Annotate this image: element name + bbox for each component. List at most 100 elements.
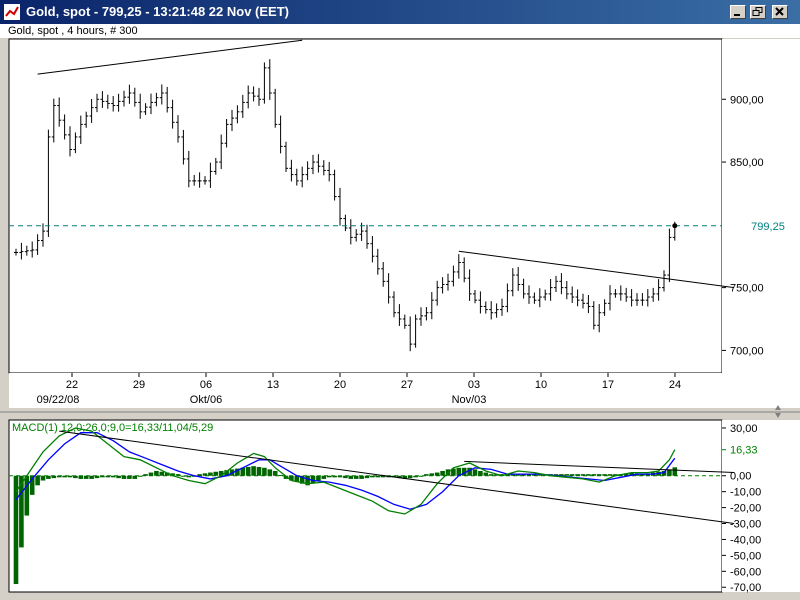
macd-y-tick-label: 16,33 — [730, 445, 758, 457]
panel-resize-icon — [775, 413, 781, 418]
macd-histogram-bar — [310, 475, 316, 483]
macd-histogram-bar — [35, 475, 40, 486]
macd-histogram-bar — [267, 469, 273, 476]
macd-histogram-bar — [78, 475, 84, 479]
x-tick-label: 17 — [602, 379, 614, 391]
macd-histogram-bar — [343, 475, 348, 479]
macd-histogram-bar — [40, 475, 46, 481]
macd-histogram-bar — [154, 470, 159, 476]
macd-histogram-bar — [413, 475, 418, 478]
macd-plot-area — [8, 419, 723, 593]
macd-histogram-bar — [83, 475, 89, 479]
macd-histogram-bar — [159, 471, 165, 476]
macd-histogram-bar — [586, 474, 591, 476]
price-y-tick-label: 700,00 — [730, 345, 764, 357]
close-button[interactable] — [772, 5, 788, 19]
macd-histogram-bar — [337, 475, 343, 478]
macd-histogram-bar — [94, 475, 100, 479]
macd-histogram-bar — [407, 475, 413, 479]
macd-histogram-bar — [213, 471, 219, 476]
macd-histogram-bar — [607, 474, 613, 476]
macd-histogram-bar — [208, 472, 213, 476]
macd-histogram-bar — [105, 475, 111, 478]
price-y-tick-label: 750,00 — [730, 283, 764, 295]
price-y-tick-label: 850,00 — [730, 157, 764, 169]
macd-histogram-bar — [348, 475, 354, 479]
macd-label: MACD(1) 12,0;26,0;9,0=16,33/11,04/5,29 — [12, 422, 213, 434]
macd-y-tick-label: 0,00 — [730, 471, 751, 483]
macd-histogram-bar — [251, 466, 256, 476]
minimize-icon — [734, 14, 740, 16]
macd-histogram-bar — [121, 475, 127, 479]
macd-histogram-bar — [580, 474, 586, 476]
x-month-label: 09/22/08 — [37, 394, 80, 406]
macd-histogram-bar — [148, 472, 154, 476]
macd-histogram-bar — [488, 474, 494, 476]
last-price-marker — [672, 223, 678, 229]
macd-y-tick-label: -60,00 — [730, 566, 761, 578]
macd-histogram-bar — [472, 469, 478, 476]
macd-histogram-bar — [175, 474, 181, 476]
last-price-label: 799,25 — [751, 221, 785, 233]
x-tick-label: 20 — [334, 379, 346, 391]
macd-histogram-bar — [56, 475, 62, 478]
price-x-axis-area — [9, 373, 722, 408]
price-y-tick-label: 900,00 — [730, 94, 764, 106]
price-plot-area — [8, 38, 723, 374]
minimize-button[interactable] — [730, 5, 746, 19]
macd-histogram-bar — [359, 475, 364, 479]
macd-histogram-bar — [143, 474, 148, 476]
x-tick-label: 22 — [66, 379, 78, 391]
macd-histogram-bar — [110, 475, 116, 478]
macd-histogram-bar — [197, 474, 202, 476]
macd-histogram-bar — [24, 475, 30, 516]
macd-histogram-bar — [278, 474, 283, 476]
x-tick-label: 27 — [401, 379, 413, 391]
x-month-label: Nov/03 — [452, 394, 487, 406]
macd-histogram-bar — [672, 467, 678, 476]
macd-histogram-bar — [100, 475, 105, 478]
restore-button[interactable] — [750, 5, 766, 19]
macd-histogram-bar — [116, 475, 121, 479]
macd-histogram-bar — [13, 475, 19, 585]
macd-histogram-bar — [181, 475, 186, 477]
window-title: Gold, spot - 799,25 - 13:21:48 22 Nov (E… — [26, 4, 289, 19]
macd-y-tick-label: -70,00 — [730, 582, 761, 594]
macd-histogram-bar — [132, 475, 138, 479]
x-tick-label: 10 — [535, 379, 547, 391]
macd-histogram-bar — [321, 475, 327, 479]
macd-histogram-bar — [353, 475, 359, 479]
macd-histogram-bar — [418, 475, 424, 477]
macd-histogram-bar — [245, 466, 251, 476]
macd-y-tick-label: -10,00 — [730, 487, 761, 499]
title-bar[interactable]: Gold, spot - 799,25 - 13:21:48 22 Nov (E… — [0, 0, 800, 24]
x-tick-label: 03 — [468, 379, 480, 391]
x-month-label: Okt/06 — [190, 394, 222, 406]
chart-info-bar: Gold, spot , 4 hours, # 300 — [0, 24, 800, 38]
macd-histogram-bar — [429, 473, 435, 476]
macd-histogram-bar — [596, 474, 602, 476]
macd-histogram-bar — [575, 474, 580, 476]
macd-histogram-bar — [591, 474, 597, 476]
macd-histogram-bar — [375, 475, 381, 478]
close-icon — [775, 7, 784, 16]
macd-y-tick-label: -20,00 — [730, 503, 761, 515]
x-tick-label: 29 — [133, 379, 145, 391]
macd-histogram-bar — [202, 473, 208, 476]
macd-histogram-bar — [256, 466, 262, 476]
macd-histogram-bar — [186, 475, 192, 478]
macd-histogram-bar — [478, 470, 483, 476]
macd-histogram-bar — [137, 475, 143, 477]
macd-histogram-bar — [326, 475, 332, 478]
macd-histogram-bar — [602, 474, 607, 476]
macd-histogram-bar — [262, 467, 267, 476]
macd-y-tick-label: -50,00 — [730, 550, 761, 562]
macd-histogram-bar — [332, 475, 337, 478]
macd-histogram-bar — [51, 475, 57, 479]
macd-histogram-bar — [89, 475, 94, 479]
x-tick-label: 24 — [669, 379, 681, 391]
chart-canvas[interactable]: MACD(1) 12,0;26,0;9,0=16,33/11,04/5,29 7… — [0, 38, 800, 600]
macd-histogram-bar — [424, 474, 429, 476]
macd-histogram-bar — [67, 475, 73, 478]
macd-histogram-bar — [440, 470, 445, 476]
